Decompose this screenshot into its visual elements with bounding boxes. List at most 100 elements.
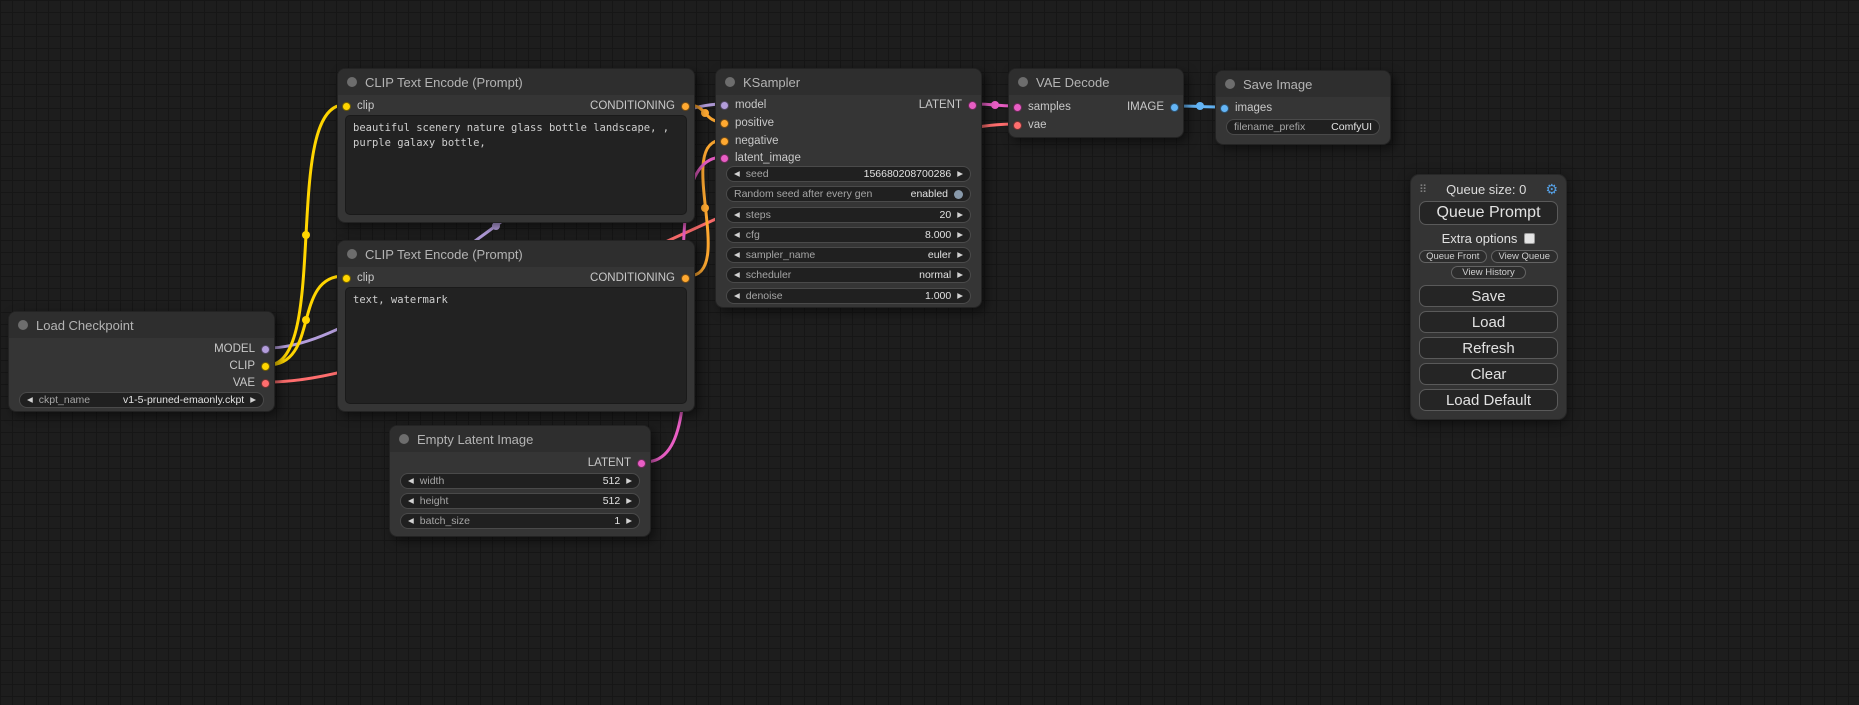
node-empty-latent-image[interactable]: Empty Latent Image LATENT ◀ width 512 ▶ … — [389, 425, 651, 537]
output-slot-vae[interactable]: VAE — [233, 375, 270, 391]
decrement-icon[interactable]: ◀ — [734, 251, 740, 259]
input-slot-model[interactable]: model — [720, 97, 766, 113]
random-seed-toggle-widget[interactable]: Random seed after every gen enabled — [726, 186, 971, 202]
toggle-on-indicator[interactable] — [954, 190, 963, 199]
seed-widget[interactable]: ◀ seed 156680208700286 ▶ — [726, 166, 971, 182]
increment-icon[interactable]: ▶ — [626, 517, 632, 525]
node-title-bar[interactable]: VAE Decode — [1009, 69, 1183, 95]
output-slot-latent[interactable]: LATENT — [588, 455, 646, 471]
output-slot-latent[interactable]: LATENT — [919, 97, 977, 113]
increment-icon[interactable]: ▶ — [626, 497, 632, 505]
settings-gear-icon[interactable]: ⚙ — [1545, 182, 1558, 196]
decrement-icon[interactable]: ◀ — [408, 517, 414, 525]
latent-slot-dot[interactable] — [637, 459, 646, 468]
load-button[interactable]: Load — [1419, 311, 1558, 333]
view-history-button[interactable]: View History — [1451, 266, 1526, 279]
node-clip-text-encode-positive[interactable]: CLIP Text Encode (Prompt) clip CONDITION… — [337, 68, 695, 223]
input-slot-vae[interactable]: vae — [1013, 117, 1047, 133]
ckpt-name-widget[interactable]: ◀ ckpt_name v1-5-pruned-emaonly.ckpt ▶ — [19, 392, 264, 408]
node-title-bar[interactable]: Save Image — [1216, 71, 1390, 97]
width-widget[interactable]: ◀ width 512 ▶ — [400, 473, 640, 489]
load-default-button[interactable]: Load Default — [1419, 389, 1558, 411]
node-ksampler[interactable]: KSampler model positive negative latent_… — [715, 68, 982, 308]
decrement-icon[interactable]: ◀ — [27, 396, 33, 404]
model-slot-dot[interactable] — [261, 345, 270, 354]
batch-size-widget[interactable]: ◀ batch_size 1 ▶ — [400, 513, 640, 529]
increment-icon[interactable]: ▶ — [957, 231, 963, 239]
decrement-icon[interactable]: ◀ — [734, 292, 740, 300]
collapse-dot-icon[interactable] — [725, 77, 735, 87]
increment-icon[interactable]: ▶ — [957, 170, 963, 178]
drag-handle-icon[interactable]: ⠿ — [1419, 183, 1427, 196]
output-slot-clip[interactable]: CLIP — [229, 358, 270, 374]
increment-icon[interactable]: ▶ — [957, 292, 963, 300]
conditioning-slot-dot[interactable] — [720, 119, 729, 128]
decrement-icon[interactable]: ◀ — [734, 271, 740, 279]
conditioning-slot-dot[interactable] — [681, 102, 690, 111]
extra-options-checkbox[interactable] — [1524, 233, 1535, 244]
node-load-checkpoint[interactable]: Load Checkpoint MODEL CLIP VAE ◀ ckpt_na… — [8, 311, 275, 412]
conditioning-slot-dot[interactable] — [681, 274, 690, 283]
increment-icon[interactable]: ▶ — [957, 271, 963, 279]
latent-slot-dot[interactable] — [968, 101, 977, 110]
conditioning-slot-dot[interactable] — [720, 137, 729, 146]
queue-prompt-button[interactable]: Queue Prompt — [1419, 201, 1558, 225]
collapse-dot-icon[interactable] — [18, 320, 28, 330]
clip-slot-dot[interactable] — [261, 362, 270, 371]
vae-slot-dot[interactable] — [261, 379, 270, 388]
scheduler-widget[interactable]: ◀ scheduler normal ▶ — [726, 267, 971, 283]
view-queue-button[interactable]: View Queue — [1491, 250, 1559, 263]
collapse-dot-icon[interactable] — [347, 77, 357, 87]
latent-slot-dot[interactable] — [720, 154, 729, 163]
increment-icon[interactable]: ▶ — [957, 211, 963, 219]
input-slot-clip[interactable]: clip — [342, 270, 374, 286]
node-vae-decode[interactable]: VAE Decode samples vae IMAGE — [1008, 68, 1184, 138]
height-widget[interactable]: ◀ height 512 ▶ — [400, 493, 640, 509]
node-title-bar[interactable]: CLIP Text Encode (Prompt) — [338, 69, 694, 95]
input-slot-images[interactable]: images — [1220, 100, 1272, 116]
node-title-bar[interactable]: KSampler — [716, 69, 981, 95]
clip-slot-dot[interactable] — [342, 274, 351, 283]
output-slot-conditioning[interactable]: CONDITIONING — [590, 270, 690, 286]
increment-icon[interactable]: ▶ — [957, 251, 963, 259]
decrement-icon[interactable]: ◀ — [408, 497, 414, 505]
collapse-dot-icon[interactable] — [1018, 77, 1028, 87]
queue-front-button[interactable]: Queue Front — [1419, 250, 1487, 263]
input-slot-latent-image[interactable]: latent_image — [720, 150, 801, 166]
cfg-widget[interactable]: ◀ cfg 8.000 ▶ — [726, 227, 971, 243]
save-button[interactable]: Save — [1419, 285, 1558, 307]
image-slot-dot[interactable] — [1220, 104, 1229, 113]
latent-slot-dot[interactable] — [1013, 103, 1022, 112]
positive-prompt-textarea[interactable]: beautiful scenery nature glass bottle la… — [345, 115, 687, 215]
negative-prompt-textarea[interactable]: text, watermark — [345, 287, 687, 404]
sampler-name-widget[interactable]: ◀ sampler_name euler ▶ — [726, 247, 971, 263]
increment-icon[interactable]: ▶ — [250, 396, 256, 404]
model-slot-dot[interactable] — [720, 101, 729, 110]
collapse-dot-icon[interactable] — [1225, 79, 1235, 89]
collapse-dot-icon[interactable] — [347, 249, 357, 259]
decrement-icon[interactable]: ◀ — [734, 211, 740, 219]
output-slot-model[interactable]: MODEL — [214, 341, 270, 357]
image-slot-dot[interactable] — [1170, 103, 1179, 112]
input-slot-positive[interactable]: positive — [720, 115, 774, 131]
increment-icon[interactable]: ▶ — [626, 477, 632, 485]
node-clip-text-encode-negative[interactable]: CLIP Text Encode (Prompt) clip CONDITION… — [337, 240, 695, 412]
node-title-bar[interactable]: Empty Latent Image — [390, 426, 650, 452]
node-save-image[interactable]: Save Image images filename_prefix ComfyU… — [1215, 70, 1391, 145]
input-slot-clip[interactable]: clip — [342, 98, 374, 114]
output-slot-image[interactable]: IMAGE — [1127, 99, 1179, 115]
node-title-bar[interactable]: Load Checkpoint — [9, 312, 274, 338]
input-slot-negative[interactable]: negative — [720, 133, 778, 149]
clear-button[interactable]: Clear — [1419, 363, 1558, 385]
output-slot-conditioning[interactable]: CONDITIONING — [590, 98, 690, 114]
decrement-icon[interactable]: ◀ — [734, 231, 740, 239]
decrement-icon[interactable]: ◀ — [734, 170, 740, 178]
vae-slot-dot[interactable] — [1013, 121, 1022, 130]
clip-slot-dot[interactable] — [342, 102, 351, 111]
input-slot-samples[interactable]: samples — [1013, 99, 1071, 115]
filename-prefix-widget[interactable]: filename_prefix ComfyUI — [1226, 119, 1380, 135]
decrement-icon[interactable]: ◀ — [408, 477, 414, 485]
denoise-widget[interactable]: ◀ denoise 1.000 ▶ — [726, 288, 971, 304]
node-title-bar[interactable]: CLIP Text Encode (Prompt) — [338, 241, 694, 267]
collapse-dot-icon[interactable] — [399, 434, 409, 444]
